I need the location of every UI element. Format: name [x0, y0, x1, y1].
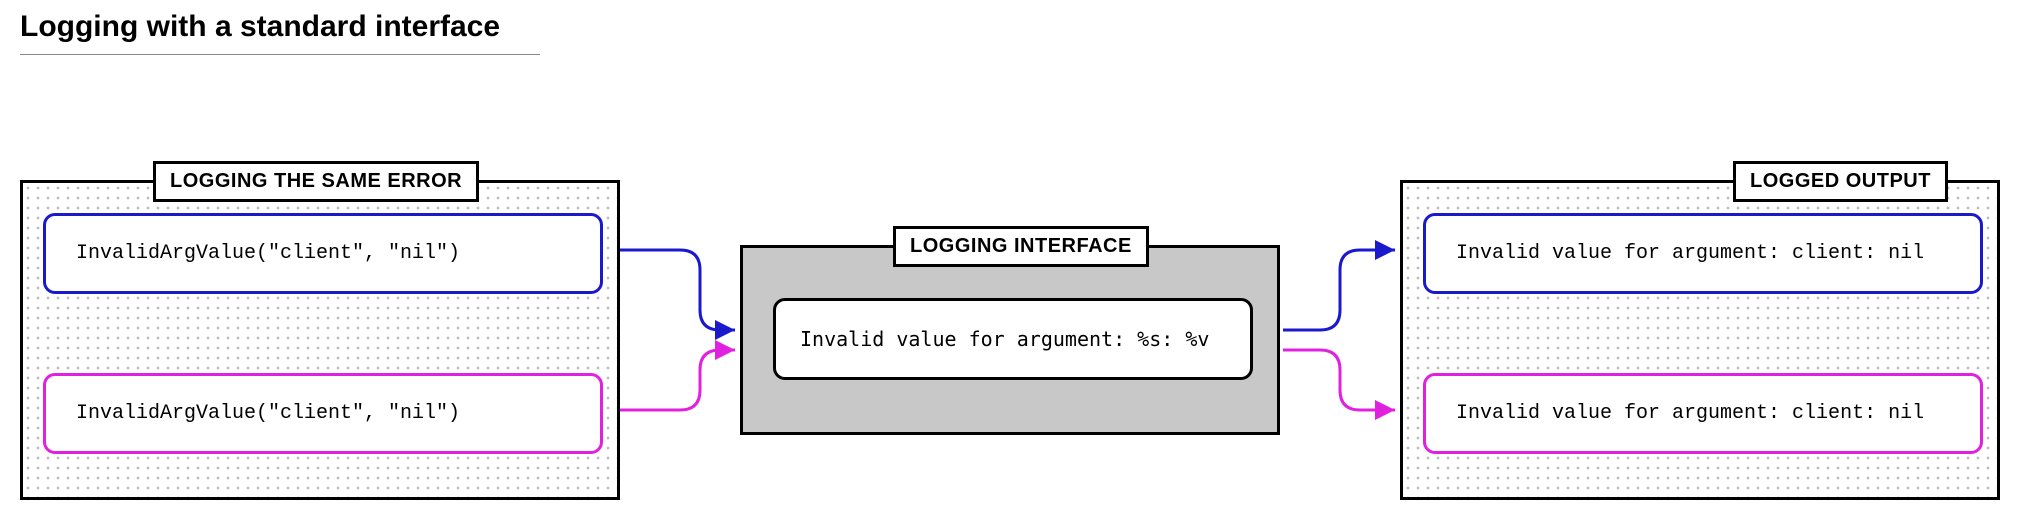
left-panel-label: LOGGING THE SAME ERROR — [153, 161, 479, 202]
center-panel: LOGGING INTERFACE Invalid value for argu… — [740, 245, 1280, 435]
wire-in-magenta — [620, 350, 735, 410]
left-panel: LOGGING THE SAME ERROR InvalidArgValue("… — [20, 180, 620, 500]
wire-out-magenta — [1283, 350, 1395, 410]
right-panel-label: LOGGED OUTPUT — [1733, 161, 1948, 202]
format-string-box: Invalid value for argument: %s: %v — [773, 298, 1253, 380]
diagram-title: Logging with a standard interface — [20, 10, 540, 55]
output-box-2: Invalid value for argument: client: nil — [1423, 373, 1983, 454]
input-call-box-1: InvalidArgValue("client", "nil") — [43, 213, 603, 294]
input-call-box-2: InvalidArgValue("client", "nil") — [43, 373, 603, 454]
wire-out-blue — [1283, 250, 1395, 330]
center-panel-label: LOGGING INTERFACE — [893, 226, 1149, 267]
output-box-1: Invalid value for argument: client: nil — [1423, 213, 1983, 294]
wire-in-blue — [620, 250, 735, 330]
right-panel: LOGGED OUTPUT Invalid value for argument… — [1400, 180, 2000, 500]
